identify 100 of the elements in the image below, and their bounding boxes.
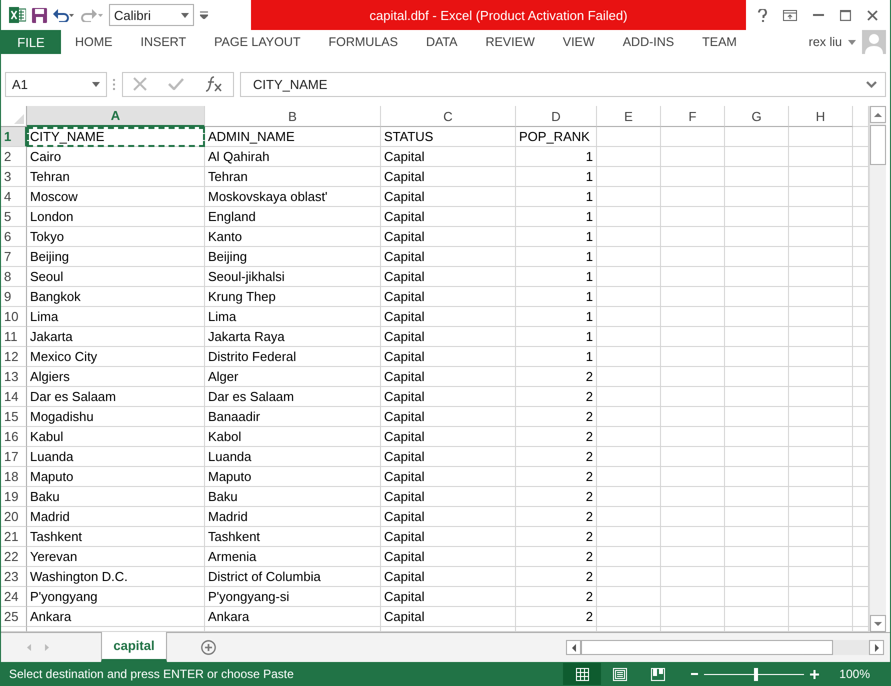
empty-cell[interactable]	[661, 427, 725, 447]
empty-cell[interactable]	[597, 347, 661, 367]
empty-cell[interactable]	[661, 287, 725, 307]
empty-cell[interactable]	[661, 227, 725, 247]
empty-cell[interactable]	[725, 567, 789, 587]
empty-cell[interactable]	[661, 467, 725, 487]
empty-cell[interactable]	[597, 187, 661, 207]
name-box[interactable]: A1	[5, 72, 107, 96]
empty-cell[interactable]	[789, 227, 853, 247]
empty-cell[interactable]	[597, 527, 661, 547]
empty-cell[interactable]	[789, 367, 853, 387]
empty-cell[interactable]	[725, 227, 789, 247]
empty-cell[interactable]	[789, 427, 853, 447]
scroll-down-button[interactable]	[870, 615, 886, 632]
row-header[interactable]: 12	[1, 347, 27, 367]
empty-cell[interactable]	[597, 327, 661, 347]
scroll-left-button[interactable]	[566, 640, 581, 655]
empty-cell[interactable]	[789, 147, 853, 167]
row-header[interactable]: 3	[1, 167, 27, 187]
view-button[interactable]	[563, 663, 602, 685]
empty-cell[interactable]	[661, 127, 725, 147]
empty-cell[interactable]	[661, 487, 725, 507]
column-header[interactable]: F	[661, 106, 725, 127]
row-header[interactable]: 17	[1, 447, 27, 467]
empty-cell[interactable]	[597, 587, 661, 607]
empty-cell[interactable]	[597, 487, 661, 507]
empty-cell[interactable]	[597, 127, 661, 147]
column-header[interactable]: D	[516, 106, 597, 127]
ribbon-tab[interactable]: INSERT	[126, 30, 200, 54]
ribbon-tab[interactable]: REVIEW	[471, 30, 549, 54]
row-header[interactable]: 13	[1, 367, 27, 387]
empty-cell[interactable]	[789, 487, 853, 507]
empty-cell[interactable]	[597, 407, 661, 427]
row-header[interactable]: 14	[1, 387, 27, 407]
empty-cell[interactable]	[725, 427, 789, 447]
row-header[interactable]: 15	[1, 407, 27, 427]
previous-sheet-icon[interactable]	[27, 644, 31, 651]
column-header[interactable]: B	[205, 106, 381, 127]
horizontal-scrollbar-thumb[interactable]	[581, 640, 833, 655]
zoom-level[interactable]: 100%	[839, 667, 870, 681]
empty-cell[interactable]	[597, 267, 661, 287]
empty-cell[interactable]	[725, 327, 789, 347]
ribbon-tab[interactable]: PAGE LAYOUT	[200, 30, 314, 54]
add-sheet-icon[interactable]	[201, 640, 216, 655]
row-header[interactable]: 19	[1, 487, 27, 507]
empty-cell[interactable]	[725, 507, 789, 527]
empty-cell[interactable]	[661, 407, 725, 427]
empty-cell[interactable]	[725, 347, 789, 367]
empty-cell[interactable]	[661, 327, 725, 347]
column-header[interactable]: A	[27, 106, 205, 127]
ribbon-tab[interactable]: HOME	[61, 30, 126, 54]
empty-cell[interactable]	[725, 367, 789, 387]
empty-cell[interactable]	[725, 147, 789, 167]
empty-cell[interactable]	[661, 527, 725, 547]
empty-cell[interactable]	[725, 127, 789, 147]
empty-cell[interactable]	[789, 467, 853, 487]
empty-cell[interactable]	[661, 567, 725, 587]
row-header[interactable]: 16	[1, 427, 27, 447]
empty-cell[interactable]	[661, 547, 725, 567]
empty-cell[interactable]	[661, 247, 725, 267]
empty-cell[interactable]	[661, 387, 725, 407]
empty-cell[interactable]	[597, 207, 661, 227]
empty-cell[interactable]	[597, 387, 661, 407]
row-header[interactable]: 24	[1, 587, 27, 607]
row-header[interactable]: 21	[1, 527, 27, 547]
empty-cell[interactable]	[597, 447, 661, 467]
empty-cell[interactable]	[597, 247, 661, 267]
empty-cell[interactable]	[597, 507, 661, 527]
empty-cell[interactable]	[597, 367, 661, 387]
empty-cell[interactable]	[725, 447, 789, 467]
empty-cell[interactable]	[725, 467, 789, 487]
row-header[interactable]: 6	[1, 227, 27, 247]
empty-cell[interactable]	[661, 367, 725, 387]
empty-cell[interactable]	[789, 547, 853, 567]
empty-cell[interactable]	[789, 567, 853, 587]
row-header[interactable]: 4	[1, 187, 27, 207]
scrollbar-thumb[interactable]	[870, 125, 886, 165]
empty-cell[interactable]	[789, 607, 853, 627]
select-all-corner[interactable]	[1, 106, 27, 127]
empty-cell[interactable]	[597, 467, 661, 487]
empty-cell[interactable]	[789, 247, 853, 267]
row-header[interactable]: 8	[1, 267, 27, 287]
ribbon-tab[interactable]: TEAM	[688, 30, 751, 54]
empty-cell[interactable]	[597, 167, 661, 187]
empty-cell[interactable]	[725, 587, 789, 607]
font-dropdown[interactable]: Calibri	[109, 4, 194, 26]
empty-cell[interactable]	[597, 547, 661, 567]
row-header[interactable]: 1	[1, 127, 27, 147]
ribbon-tab[interactable]: DATA	[412, 30, 472, 54]
ribbon-tab[interactable]: ADD-INS	[608, 30, 688, 54]
slider-thumb[interactable]	[754, 668, 758, 680]
row-header[interactable]: 9	[1, 287, 27, 307]
empty-cell[interactable]	[725, 207, 789, 227]
empty-cell[interactable]	[661, 147, 725, 167]
empty-cell[interactable]	[661, 447, 725, 467]
empty-cell[interactable]	[789, 387, 853, 407]
empty-cell[interactable]	[725, 267, 789, 287]
scroll-right-button[interactable]	[869, 640, 884, 655]
empty-cell[interactable]	[789, 527, 853, 547]
empty-cell[interactable]	[661, 207, 725, 227]
